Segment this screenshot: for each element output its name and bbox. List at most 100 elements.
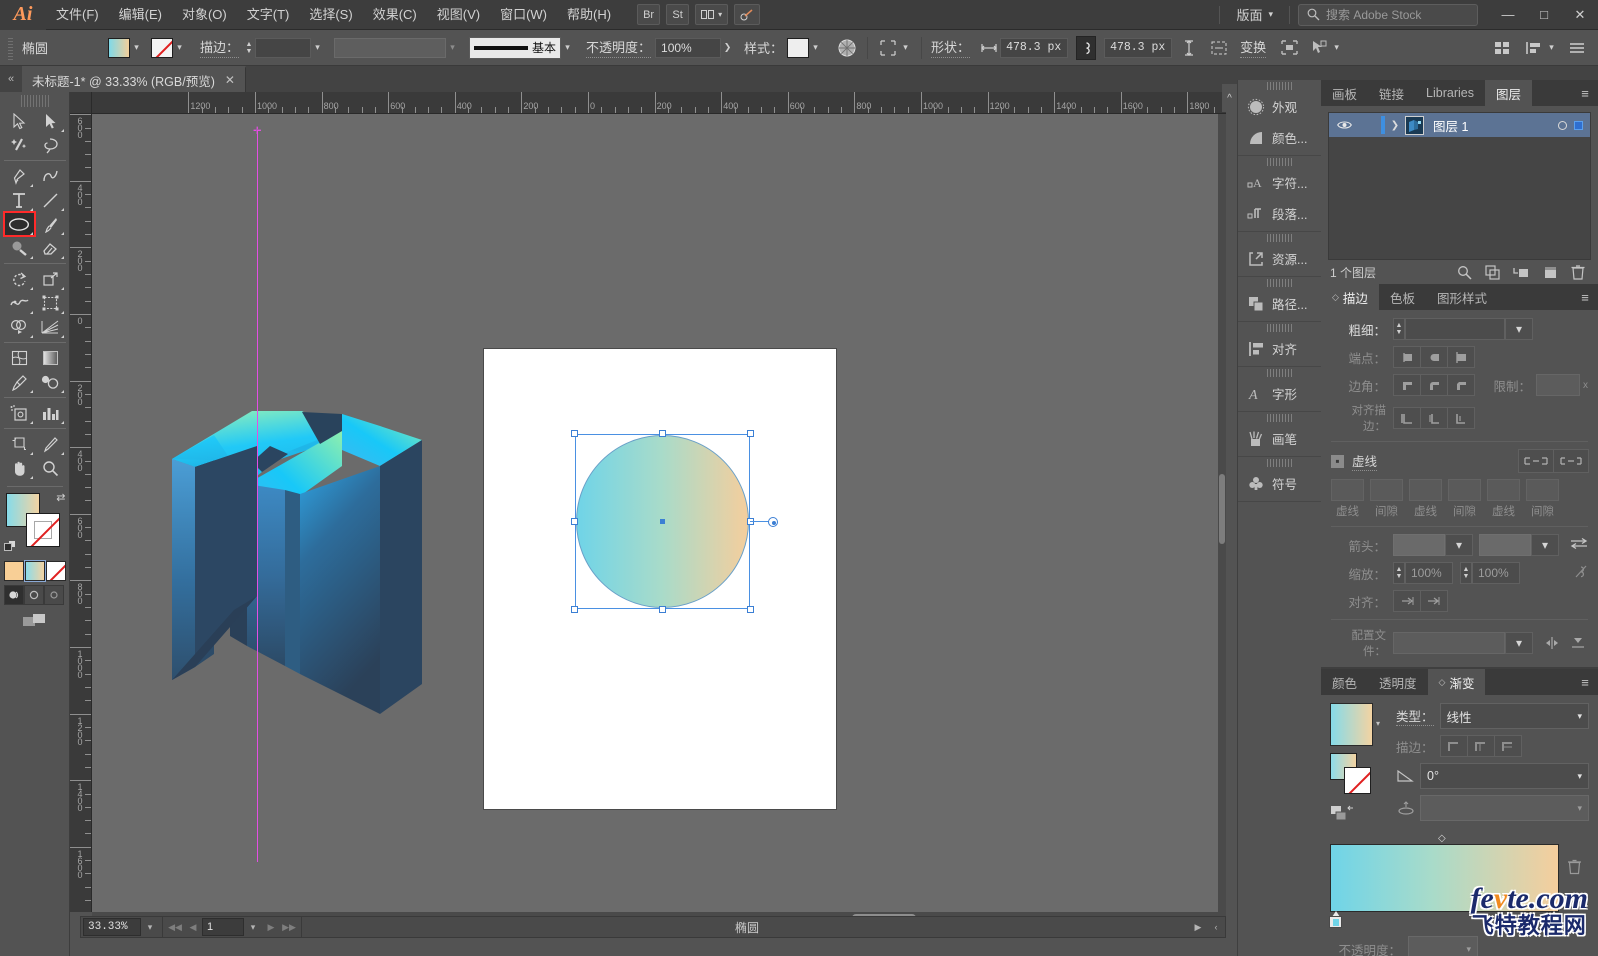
gradient-fill-button[interactable]	[23, 560, 46, 582]
link-arrow-scales-icon[interactable]	[1574, 564, 1588, 583]
draw-inside-button[interactable]	[43, 585, 64, 605]
align-chevron-icon[interactable]: ▾	[899, 38, 912, 58]
menu-window[interactable]: 窗口(W)	[490, 0, 557, 30]
shape-width-input[interactable]: 478.3 px	[1000, 37, 1069, 58]
status-tool-name[interactable]: 椭圆	[305, 919, 1189, 936]
arrange-docs-icon[interactable]	[1491, 37, 1513, 59]
gradient-type-select[interactable]: 线性 ▾	[1439, 703, 1589, 729]
rotate-tool[interactable]	[4, 267, 35, 291]
stroke-weight-stepper[interactable]: ▲ ▼	[243, 38, 255, 58]
arrowhead-start-select[interactable]	[1393, 534, 1445, 556]
width-tool[interactable]	[4, 291, 35, 315]
dock-group-grip[interactable]	[1266, 459, 1293, 467]
scale-tool[interactable]	[35, 267, 66, 291]
blend-tool[interactable]	[35, 370, 66, 394]
opacity-input[interactable]: 100%	[655, 37, 722, 58]
draw-behind-button[interactable]	[23, 585, 44, 605]
handle-top-center[interactable]	[658, 430, 666, 437]
gradient-panel-menu-icon[interactable]: ≡	[1572, 669, 1598, 695]
gap-input-3[interactable]	[1526, 479, 1559, 501]
panel-collapse-icon[interactable]: ◇	[1439, 677, 1446, 688]
tools-panel-grip[interactable]	[20, 95, 49, 107]
target-circle-icon[interactable]	[1558, 120, 1567, 130]
place-arrow-at-end-button[interactable]	[1420, 590, 1448, 612]
tab-libraries[interactable]: Libraries	[1415, 80, 1485, 106]
stroke-chevron-down-icon[interactable]: ▾	[173, 38, 186, 58]
projecting-cap-button[interactable]	[1447, 346, 1475, 368]
dock-group-grip[interactable]	[1266, 158, 1293, 166]
dock-item-appearance[interactable]: 外观	[1238, 91, 1321, 122]
new-layer-icon[interactable]	[1543, 265, 1558, 280]
gradient-tool[interactable]	[35, 346, 66, 370]
horizontal-ruler[interactable]: 1200 1000 800 600 400 200 0 200 400 600 800 1000 120…	[92, 92, 1226, 114]
menu-view[interactable]: 视图(V)	[427, 0, 490, 30]
graphic-style-swatch[interactable]	[787, 37, 810, 58]
dash-input-2[interactable]	[1409, 479, 1442, 501]
make-mask-icon[interactable]	[1485, 264, 1500, 280]
default-fill-stroke-icon[interactable]	[3, 540, 17, 553]
select-similar-chevron-icon[interactable]: ▾	[1330, 38, 1343, 58]
reverse-gradient-icon[interactable]	[1330, 805, 1392, 826]
dock-item-brushes[interactable]: 画笔	[1238, 423, 1321, 454]
dock-item-color[interactable]: 颜色...	[1238, 122, 1321, 153]
tab-transparency[interactable]: 透明度	[1368, 669, 1428, 695]
tab-links[interactable]: 链接	[1368, 80, 1416, 106]
stroke-profile-select[interactable]	[334, 37, 447, 58]
canvas-scrollbar-vertical[interactable]	[1218, 114, 1226, 912]
dock-group-grip[interactable]	[1266, 414, 1293, 422]
bridge-button[interactable]: Br	[637, 4, 661, 25]
arrowhead-end-chevron-icon[interactable]: ▾	[1531, 534, 1559, 556]
arrowhead-end-select[interactable]	[1479, 534, 1531, 556]
artboard-chevron-down-icon[interactable]: ▾	[244, 917, 262, 937]
miter-join-button[interactable]	[1393, 374, 1421, 396]
eyedropper-tool[interactable]	[4, 370, 35, 394]
bevel-join-button[interactable]	[1447, 374, 1475, 396]
locate-object-icon[interactable]	[1457, 265, 1472, 280]
close-icon[interactable]: ✕	[225, 73, 235, 87]
handle-middle-left[interactable]	[571, 517, 578, 525]
brush-chevron-icon[interactable]: ▾	[561, 38, 574, 58]
dock-group-grip[interactable]	[1266, 82, 1293, 90]
artwork-3d-extruded-shape[interactable]	[152, 384, 442, 754]
shaper-tool[interactable]	[4, 236, 35, 260]
gradient-slider-strip[interactable]	[1330, 844, 1559, 912]
stroke-weight-stepper[interactable]: ▲ ▼	[1393, 318, 1405, 340]
symbol-sprayer-tool[interactable]	[4, 401, 35, 425]
flip-across-icon[interactable]	[1570, 636, 1586, 650]
gradient-stroke-box[interactable]	[1344, 767, 1371, 794]
apply-gradient-along-stroke-button[interactable]	[1466, 735, 1495, 757]
dock-collapse-button[interactable]: ^	[1222, 84, 1237, 112]
tab-graphic-styles[interactable]: 图形样式	[1425, 284, 1498, 310]
flip-along-icon[interactable]	[1544, 636, 1560, 650]
maximize-button[interactable]: □	[1526, 0, 1562, 30]
dock-item-character[interactable]: A 字符...	[1238, 167, 1321, 198]
handle-top-right[interactable]	[747, 430, 754, 437]
swap-arrowheads-icon[interactable]	[1570, 537, 1588, 553]
layers-panel-menu-icon[interactable]: ≡	[1572, 80, 1598, 106]
type-tool[interactable]	[4, 188, 35, 212]
arrange-documents-button[interactable]: ▾	[695, 4, 729, 25]
artboard-tool[interactable]	[4, 432, 35, 456]
gap-input-1[interactable]	[1370, 479, 1403, 501]
menu-type[interactable]: 文字(T)	[237, 0, 300, 30]
fill-chevron-down-icon[interactable]: ▾	[130, 38, 143, 58]
screen-mode-button[interactable]	[4, 613, 66, 627]
shape-options-icon[interactable]	[1208, 37, 1230, 59]
free-transform-tool[interactable]	[35, 291, 66, 315]
collapse-panel-icon[interactable]: «	[0, 66, 22, 92]
profile-chevron-icon[interactable]: ▾	[1505, 632, 1533, 654]
gradient-stop-start[interactable]	[1329, 911, 1342, 928]
stroke-swatch[interactable]	[25, 513, 60, 547]
handle-bottom-right[interactable]	[747, 606, 754, 613]
zoom-chevron-down-icon[interactable]: ▾	[141, 917, 159, 937]
stroke-weight-input[interactable]	[255, 37, 312, 58]
tab-stroke[interactable]: ◇ 描边	[1321, 284, 1379, 310]
fill-color-swatch[interactable]	[108, 37, 130, 58]
draw-normal-button[interactable]	[3, 585, 24, 605]
document-tab[interactable]: 未标题-1* @ 33.33% (RGB/预览) ✕	[22, 66, 246, 92]
tab-artboards[interactable]: 画板	[1321, 80, 1369, 106]
menu-file[interactable]: 文件(F)	[46, 0, 109, 30]
search-adobe-stock[interactable]: 搜索 Adobe Stock	[1298, 3, 1478, 26]
direct-selection-tool[interactable]	[35, 109, 66, 133]
butt-cap-button[interactable]	[1393, 346, 1421, 368]
